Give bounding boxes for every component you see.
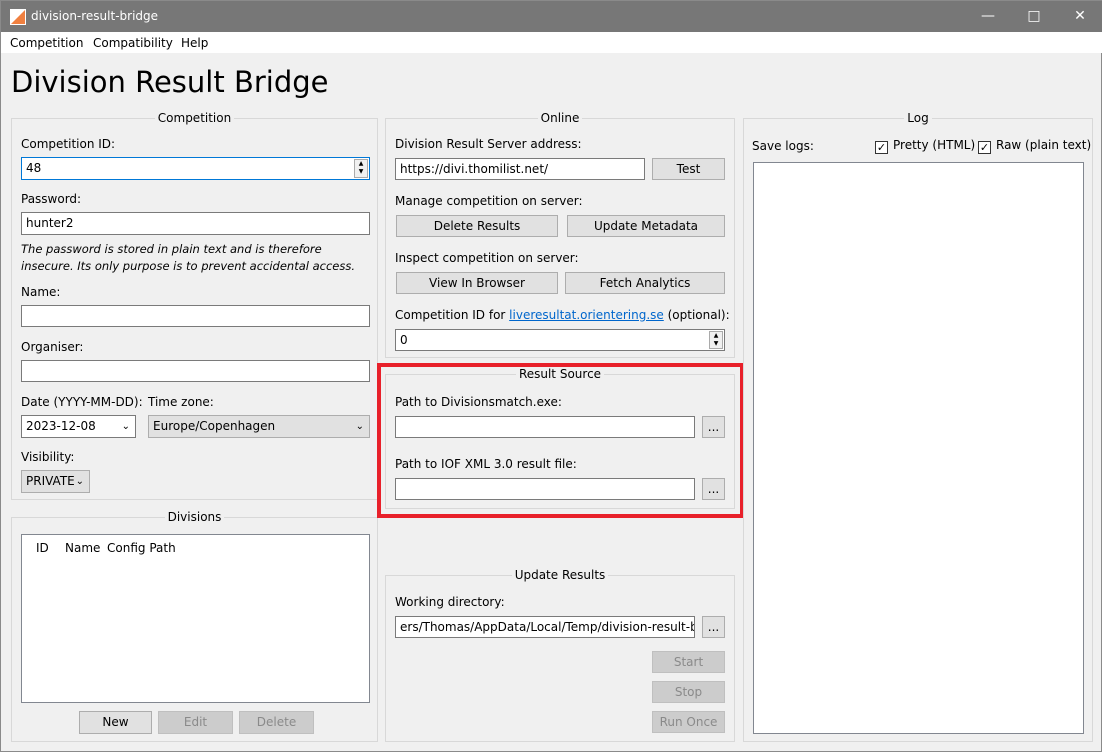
browse-exe-button[interactable]: ... (702, 416, 725, 438)
server-input[interactable]: https://divi.thomilist.net/ (395, 158, 645, 180)
liveresultat-label: Competition ID for liveresultat.orienter… (395, 308, 730, 322)
group-title: Divisions (164, 510, 225, 524)
page-title: Division Result Bridge (11, 65, 329, 99)
save-logs-label: Save logs: (752, 139, 814, 153)
result-source-group: Result Source Path to Divisionsmatch.exe… (385, 367, 735, 509)
date-picker[interactable]: 2023-12-08 ⌄ (21, 415, 136, 438)
view-in-browser-button[interactable]: View In Browser (396, 272, 558, 294)
edit-division-button[interactable]: Edit (158, 711, 233, 734)
timezone-label: Time zone: (148, 395, 214, 409)
group-title: Online (537, 111, 583, 125)
date-label: Date (YYYY-MM-DD): (21, 395, 143, 409)
minimize-button[interactable]: — (965, 1, 1011, 32)
competition-group: Competition Competition ID: 48 ▲ ▼ Passwor… (11, 111, 378, 500)
update-results-group: Update Results Working directory: ers/Th… (385, 568, 735, 742)
delete-results-button[interactable]: Delete Results (396, 215, 558, 237)
spin-buttons[interactable]: ▲ ▼ (709, 331, 723, 349)
group-title: Log (904, 111, 932, 125)
column-header-id[interactable]: ID (36, 541, 49, 555)
menu-competition[interactable]: Competition (10, 36, 83, 50)
test-button[interactable]: Test (652, 158, 725, 180)
chevron-down-icon: ⌄ (121, 421, 130, 432)
delete-division-button[interactable]: Delete (239, 711, 314, 734)
maximize-button[interactable]: □ (1011, 1, 1057, 32)
new-division-button[interactable]: New (79, 711, 152, 734)
workdir-label: Working directory: (395, 595, 505, 609)
xml-path-label: Path to IOF XML 3.0 result file: (395, 457, 577, 471)
column-header-name[interactable]: Name (65, 541, 100, 555)
divisions-table[interactable]: ID Name Config Path (21, 534, 370, 703)
pretty-html-checkbox[interactable]: ✓ Pretty (HTML) (875, 138, 975, 154)
group-title: Result Source (515, 367, 605, 381)
browse-workdir-button[interactable]: ... (702, 616, 725, 638)
run-once-button[interactable]: Run Once (652, 711, 725, 733)
raw-text-checkbox[interactable]: ✓ Raw (plain text) (978, 138, 1091, 154)
visibility-select[interactable]: PRIVATE ⌄ (21, 470, 90, 493)
password-input[interactable]: hunter2 (21, 212, 370, 235)
liveresultat-id-input[interactable]: 0 ▲ ▼ (395, 329, 725, 351)
manage-label: Manage competition on server: (395, 194, 583, 208)
name-label: Name: (21, 285, 61, 299)
close-button[interactable]: ✕ (1057, 1, 1102, 32)
divisions-group: Divisions ID Name Config Path New Edit D… (11, 510, 378, 742)
inspect-label: Inspect competition on server: (395, 251, 579, 265)
menu-compatibility[interactable]: Compatibility (93, 36, 173, 50)
chevron-down-icon: ⌄ (75, 476, 84, 487)
window-title: division-result-bridge (31, 9, 159, 23)
menu-bar: Competition Compatibility Help (1, 32, 1102, 53)
log-group: Log Save logs: ✓ Pretty (HTML) ✓ Raw (plai… (743, 111, 1093, 742)
password-label: Password: (21, 192, 82, 206)
server-label: Division Result Server address: (395, 137, 582, 151)
app-icon (10, 9, 26, 25)
stop-button[interactable]: Stop (652, 681, 725, 703)
competition-id-label: Competition ID: (21, 137, 116, 151)
organiser-input[interactable] (21, 360, 370, 382)
group-title: Competition (154, 111, 235, 125)
xml-path-input[interactable] (395, 478, 695, 500)
title-bar: division-result-bridge — □ ✕ (1, 1, 1102, 32)
organiser-label: Organiser: (21, 340, 84, 354)
checkmark-icon: ✓ (978, 141, 991, 154)
visibility-label: Visibility: (21, 450, 75, 464)
start-button[interactable]: Start (652, 651, 725, 673)
exe-path-input[interactable] (395, 416, 695, 438)
chevron-down-icon: ⌄ (355, 421, 364, 432)
timezone-select[interactable]: Europe/Copenhagen ⌄ (148, 415, 370, 438)
liveresultat-link[interactable]: liveresultat.orientering.se (509, 308, 664, 322)
exe-path-label: Path to Divisionsmatch.exe: (395, 395, 562, 409)
competition-id-input[interactable]: 48 ▲ ▼ (21, 157, 370, 180)
password-note: The password is stored in plain text and… (21, 242, 356, 273)
update-metadata-button[interactable]: Update Metadata (567, 215, 725, 237)
checkmark-icon: ✓ (875, 141, 888, 154)
column-header-config-path[interactable]: Config Path (107, 541, 176, 555)
online-group: Online Division Result Server address: h… (385, 111, 735, 358)
workdir-input[interactable]: ers/Thomas/AppData/Local/Temp/division-r… (395, 616, 695, 638)
spin-buttons[interactable]: ▲ ▼ (354, 159, 368, 178)
name-input[interactable] (21, 305, 370, 327)
menu-help[interactable]: Help (181, 36, 208, 50)
fetch-analytics-button[interactable]: Fetch Analytics (565, 272, 725, 294)
group-title: Update Results (511, 568, 609, 582)
browse-xml-button[interactable]: ... (702, 478, 725, 500)
log-output[interactable] (753, 162, 1084, 734)
